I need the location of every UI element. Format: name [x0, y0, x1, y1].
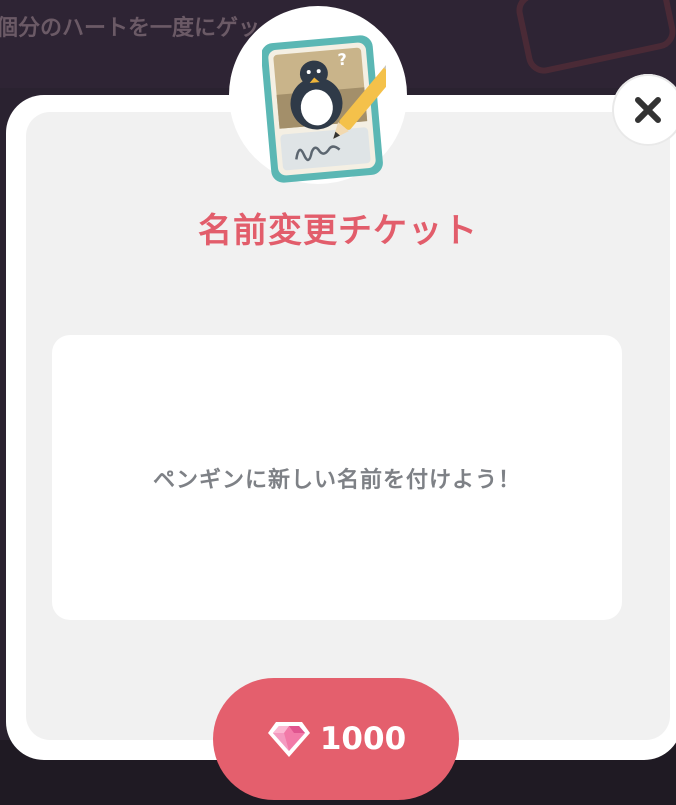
price-label: 1000	[319, 721, 407, 757]
dialog-title: 名前変更チケット	[198, 211, 478, 251]
close-button[interactable]	[612, 74, 676, 146]
message-box: ペンギンに新しい名前を付けよう！	[52, 335, 622, 620]
purchase-button[interactable]: 1000	[213, 678, 459, 800]
dialog-message: ペンギンに新しい名前を付けよう！	[152, 467, 521, 493]
svg-text:?: ?	[337, 50, 348, 70]
gem-icon	[267, 722, 310, 757]
name-change-ticket-icon: ?	[262, 35, 386, 183]
background-banner-text: 個分のハートを一度にゲッ	[0, 16, 261, 41]
close-icon	[635, 97, 661, 123]
